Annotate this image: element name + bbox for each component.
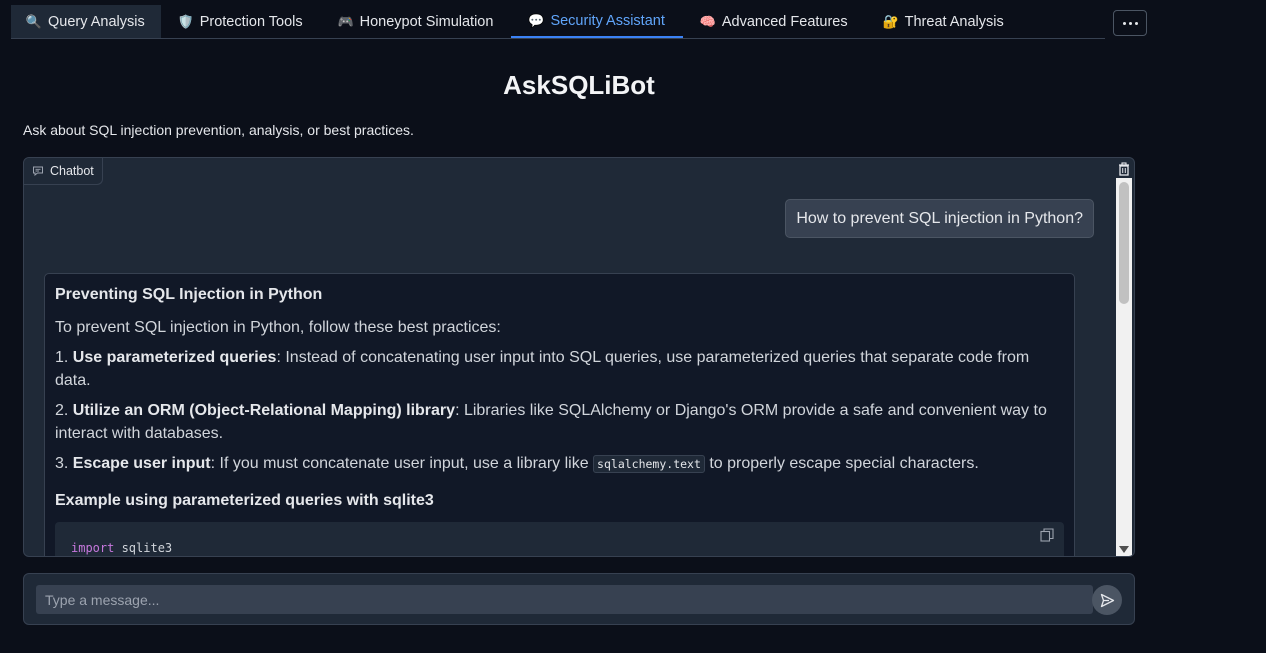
chat-icon: [33, 166, 43, 177]
message-input[interactable]: [36, 585, 1093, 614]
lock-icon: 🔐: [882, 13, 899, 29]
magnifier-icon: 🔍: [25, 13, 43, 29]
game-controller-icon: 🎮: [337, 13, 354, 29]
tab-honeypot-simulation[interactable]: 🎮 Honeypot Simulation: [321, 5, 512, 38]
code-block: import sqlite3: [55, 522, 1064, 556]
tab-label: Security Assistant: [550, 12, 665, 29]
tab-protection-tools[interactable]: 🛡️ Protection Tools: [161, 5, 321, 38]
tab-advanced-features[interactable]: 🧠 Advanced Features: [683, 5, 866, 38]
tab-label: Protection Tools: [199, 13, 303, 30]
tab-label: Advanced Features: [721, 13, 848, 30]
list-item: 2. Utilize an ORM (Object-Relational Map…: [55, 402, 1047, 442]
send-icon: [1100, 593, 1114, 607]
message-input-container: [23, 573, 1135, 625]
code-text: sqlite3: [114, 541, 173, 555]
page-title: AskSQLiBot: [503, 70, 655, 100]
bot-message-intro: To prevent SQL injection in Python, foll…: [55, 318, 501, 336]
tab-security-assistant[interactable]: 💬 Security Assistant: [511, 5, 683, 38]
inline-code: sqlalchemy.text: [593, 455, 705, 473]
dot-icon: [1134, 21, 1138, 25]
user-message: How to prevent SQL injection in Python?: [785, 199, 1094, 238]
bot-message: Preventing SQL Injection in Python To pr…: [44, 273, 1075, 556]
tab-label: Threat Analysis: [904, 13, 1004, 30]
list-item: 3. Escape user input: If you must concat…: [55, 455, 979, 473]
page-description: Ask about SQL injection prevention, anal…: [23, 122, 414, 138]
chat-scrollbar[interactable]: [1116, 178, 1132, 556]
example-heading: Example using parameterized queries with…: [55, 491, 434, 509]
tab-query-analysis[interactable]: 🔍 Query Analysis: [11, 5, 161, 38]
tab-label: Query Analysis: [48, 13, 145, 30]
send-button[interactable]: [1092, 585, 1122, 615]
scroll-down-arrow-icon[interactable]: [1119, 546, 1129, 553]
speech-bubble-icon: 💬: [528, 12, 545, 28]
tab-bar: 🔍 Query Analysis 🛡️ Protection Tools 🎮 H…: [11, 5, 1105, 39]
brain-icon: 🧠: [699, 13, 716, 29]
shield-icon: 🛡️: [177, 13, 194, 29]
chatbot-panel: Chatbot How to prevent SQL injection in …: [23, 157, 1135, 557]
chatbot-label: Chatbot: [24, 158, 103, 185]
code-keyword: import: [71, 541, 115, 555]
scrollbar-thumb[interactable]: [1119, 182, 1129, 304]
chatbot-label-text: Chatbot: [50, 164, 94, 178]
trash-icon[interactable]: [1116, 161, 1132, 177]
dot-icon: [1128, 21, 1132, 25]
dot-icon: [1122, 21, 1126, 25]
tab-threat-analysis[interactable]: 🔐 Threat Analysis: [866, 5, 1022, 38]
copy-icon[interactable]: [1040, 528, 1054, 542]
bot-message-heading: Preventing SQL Injection in Python: [55, 286, 323, 303]
tab-label: Honeypot Simulation: [359, 13, 494, 30]
more-tabs-button[interactable]: [1113, 10, 1147, 36]
list-item: 1. Use parameterized queries: Instead of…: [55, 349, 1030, 389]
